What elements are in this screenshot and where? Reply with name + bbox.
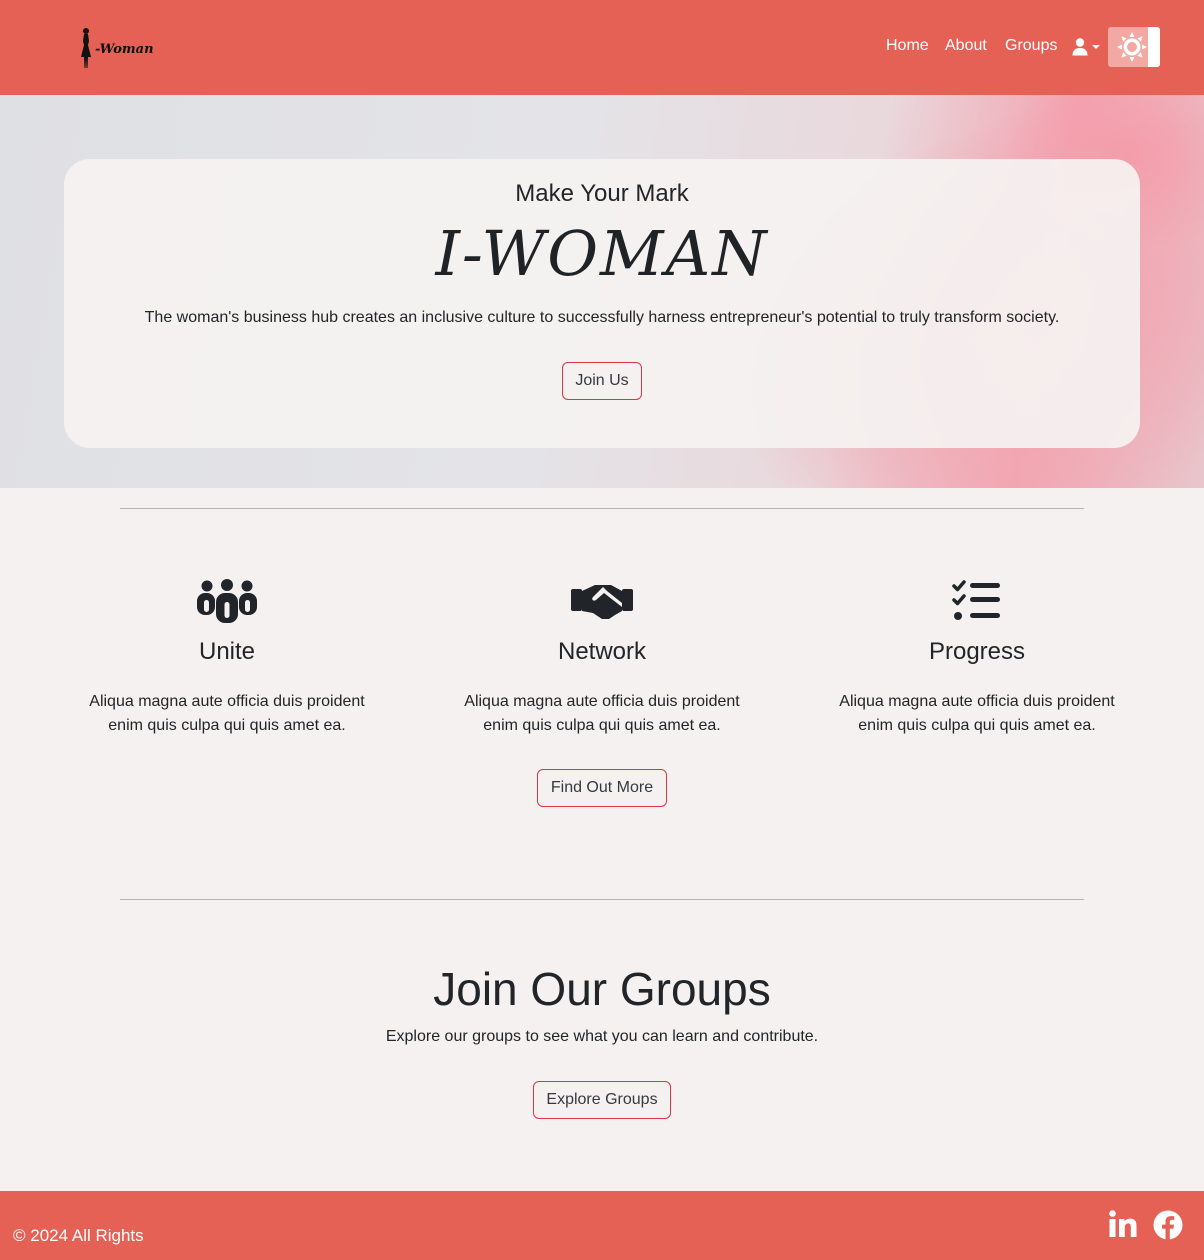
feature-text: Aliqua magna aute officia duis proident … [464,693,740,734]
woman-silhouette-icon [81,28,91,68]
list-check-icon [952,580,1000,620]
section-divider [120,508,1084,509]
linkedin-link[interactable] [1109,1210,1139,1240]
explore-groups-button[interactable]: Explore Groups [533,1081,671,1119]
join-us-button[interactable]: Join Us [562,362,642,400]
footer: © 2024 All Rights [0,1191,1204,1260]
theme-toggle-button[interactable] [1108,27,1160,67]
feature-text: Aliqua magna aute officia duis proident … [839,693,1115,734]
toggle-knob [1148,27,1160,67]
navbar: -Woman Home About Groups [0,0,1204,95]
groups-description: Explore our groups to see what you can l… [385,1028,819,1045]
linkedin-icon [1109,1210,1137,1237]
section-divider [120,899,1084,900]
nav-about-link[interactable]: About [945,37,987,55]
user-menu-dropdown[interactable] [1072,37,1102,57]
feature-network: Network Aliqua magna aute officia duis p… [452,578,752,738]
hero-description: The woman's business hub creates an incl… [144,309,1060,326]
brand-text: -Woman [95,41,154,57]
nav-groups-link[interactable]: Groups [1005,37,1057,55]
feature-progress: Progress Aliqua magna aute officia duis … [827,578,1127,738]
handshake-icon [571,585,633,619]
hero-eyebrow: Make Your Mark [515,180,689,207]
find-out-more-button[interactable]: Find Out More [537,769,667,807]
user-icon [1072,38,1088,56]
sun-icon [1117,32,1147,62]
feature-title: Network [557,638,647,665]
facebook-link[interactable] [1153,1210,1183,1240]
hero-section: Make Your Mark I-WOMAN The woman's busin… [0,95,1204,488]
feature-text: Aliqua magna aute officia duis proident … [89,693,365,734]
brand-logo[interactable]: -Woman [78,26,154,70]
copyright-text: © 2024 All Rights [13,1226,144,1245]
hero-title: I-WOMAN [435,217,769,290]
hero-card: Make Your Mark I-WOMAN The woman's busin… [64,159,1140,448]
feature-unite: Unite Aliqua magna aute officia duis pro… [77,578,377,738]
caret-down-icon [1092,45,1100,49]
groups-heading: Join Our Groups [433,963,771,1015]
people-group-icon [197,579,257,623]
facebook-icon [1153,1210,1183,1240]
nav-home-link[interactable]: Home [886,37,929,55]
feature-title: Progress [928,638,1026,665]
feature-title: Unite [198,638,256,665]
